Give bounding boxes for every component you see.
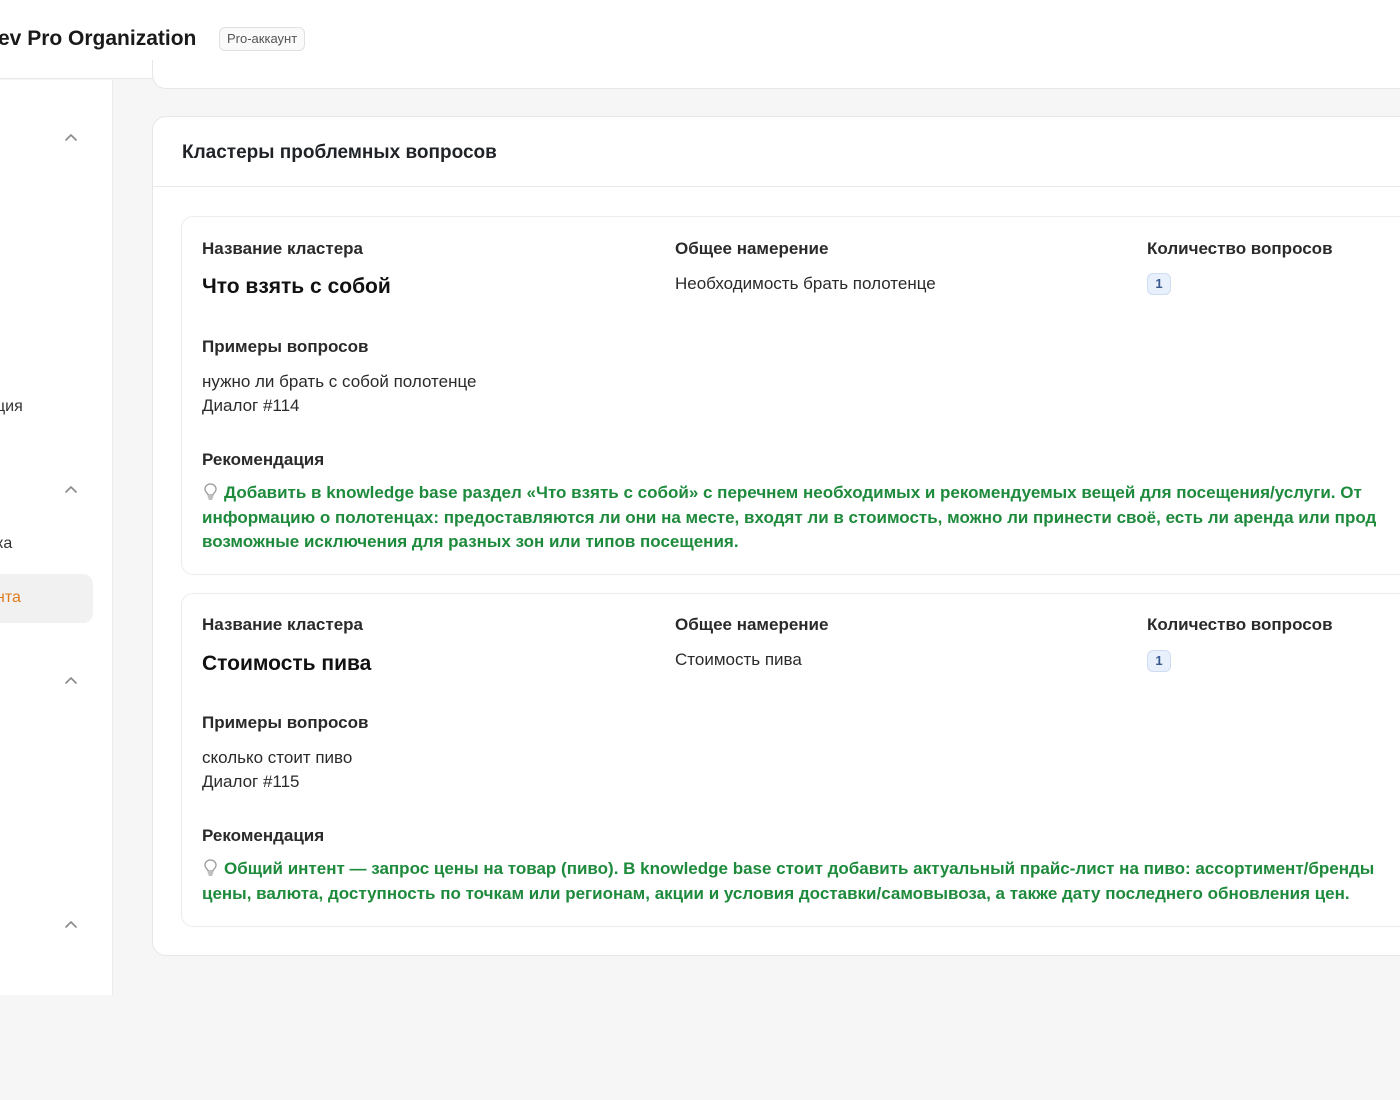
examples-label: Примеры вопросов <box>202 337 369 356</box>
example-dialog-link[interactable]: Диалог #114 <box>202 396 300 416</box>
sidebar-item-partial[interactable]: ка <box>0 535 12 553</box>
app-window: ev Pro Organization Pro-аккаунт ция ка н… <box>0 0 1400 995</box>
recommendation-label: Рекомендация <box>202 826 325 845</box>
chevron-up-icon[interactable] <box>63 130 79 146</box>
lightbulb-icon <box>202 482 219 501</box>
cluster-name: Стоимость пива <box>202 652 372 675</box>
intent-label: Общее намерение <box>675 615 829 634</box>
intent-label: Общее намерение <box>675 239 829 258</box>
recommendation-line: информацию о полотенцах: предоставляются… <box>202 507 1377 527</box>
example-dialog-link[interactable]: Диалог #115 <box>202 772 300 792</box>
intent-value: Стоимость пива <box>675 650 802 669</box>
question-count-label: Количество вопросов <box>1147 239 1333 258</box>
cluster-card: Название кластера Что взять с собой Обще… <box>181 216 1400 575</box>
recommendation-text: Добавить в knowledge base раздел «Что вз… <box>202 481 1400 555</box>
recommendation-label: Рекомендация <box>202 450 325 469</box>
lightbulb-icon <box>202 858 219 877</box>
recommendation-line: возможные исключения для разных зон или … <box>202 532 739 551</box>
organization-title: ev Pro Organization <box>0 27 197 50</box>
card-header: Кластеры проблемных вопросов <box>153 117 1400 187</box>
intent-value: Необходимость брать полотенце <box>675 274 936 293</box>
example-question: сколько стоит пиво <box>202 748 353 767</box>
examples-label: Примеры вопросов <box>202 713 369 732</box>
sidebar: ция ка нта <box>0 80 113 995</box>
question-count-label: Количество вопросов <box>1147 615 1333 634</box>
sidebar-item-partial[interactable]: ция <box>0 398 23 416</box>
cluster-name-label: Название кластера <box>202 239 364 258</box>
recommendation-text: Общий интент — запрос цены на товар (пив… <box>202 857 1400 906</box>
question-count-badge: 1 <box>1147 273 1171 295</box>
sidebar-item-active-label: нта <box>0 589 21 606</box>
chevron-up-icon[interactable] <box>63 482 79 498</box>
sidebar-item-active[interactable]: нта <box>0 574 93 623</box>
chevron-up-icon[interactable] <box>63 917 79 933</box>
problem-clusters-card: Кластеры проблемных вопросов Название кл… <box>152 116 1400 956</box>
card-title: Кластеры проблемных вопросов <box>182 142 497 163</box>
recommendation-line: цены, валюта, доступность по точкам или … <box>202 883 1350 903</box>
question-count-badge: 1 <box>1147 650 1171 672</box>
recommendation-line: Общий интент — запрос цены на товар (пив… <box>224 859 1375 878</box>
cluster-name: Что взять с собой <box>202 275 391 298</box>
cluster-name-label: Название кластера <box>202 615 364 634</box>
previous-card-bottom <box>152 60 1400 89</box>
cluster-card: Название кластера Стоимость пива Общее н… <box>181 593 1400 927</box>
recommendation-line: Добавить в knowledge base раздел «Что вз… <box>224 483 1362 502</box>
chevron-up-icon[interactable] <box>63 673 79 689</box>
example-question: нужно ли брать с собой полотенце <box>202 372 477 391</box>
plan-badge: Pro-аккаунт <box>219 27 306 51</box>
